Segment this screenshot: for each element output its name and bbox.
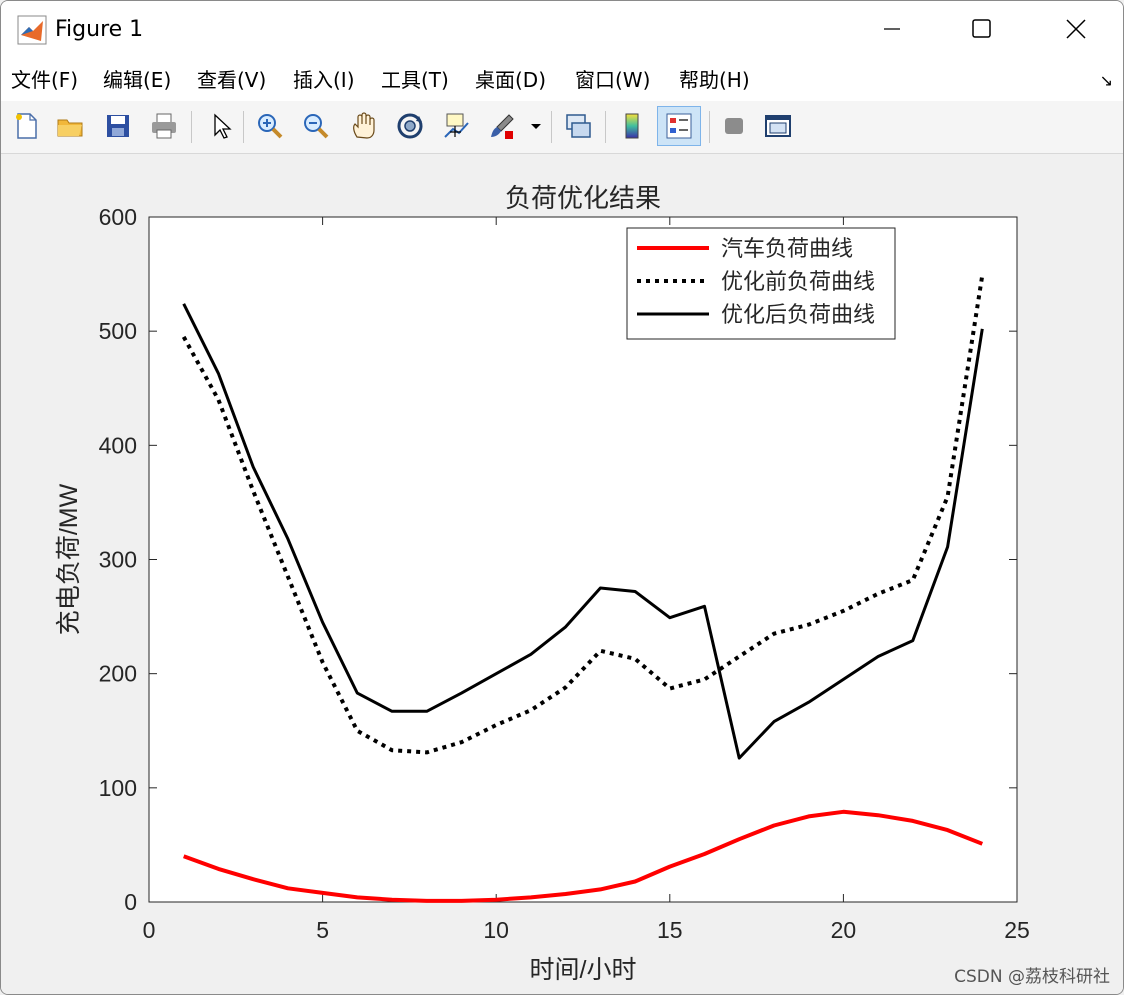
menu-bar: 文件(F) 编辑(E) 查看(V) 插入(I) 工具(T) 桌面(D) 窗口(W… [1,59,1123,101]
toolbar-separator [191,111,192,143]
figure-window: Figure 1 文件(F) 编辑(E) 查看(V) 插入(I) 工具(T) 桌… [0,0,1124,995]
brush-dropdown-icon[interactable] [527,109,545,143]
menu-file[interactable]: 文件(F) [11,65,78,95]
watermark: CSDN @荔枝科研社 [954,967,1110,987]
y-tick-label: 0 [124,889,137,915]
x-tick-label: 20 [831,917,857,943]
x-tick-label: 0 [143,917,156,943]
menu-edit[interactable]: 编辑(E) [103,65,171,95]
toolbar-separator [551,111,552,143]
x-tick-label: 15 [657,917,683,943]
print-icon[interactable] [147,109,181,143]
figure-canvas: 0 5 10 15 20 25 0 100 200 300 400 500 600 负荷优化结果 时间/小时… [1,154,1123,994]
chart-title: 负荷优化结果 [505,183,661,213]
title-bar: Figure 1 [1,1,1123,59]
close-button[interactable] [1053,9,1099,49]
legend-label-2: 优化后负荷曲线 [721,302,875,327]
zoom-in-icon[interactable] [253,109,287,143]
toolbar-separator [709,111,710,143]
legend-label-0: 汽车负荷曲线 [721,236,853,261]
menu-desktop[interactable]: 桌面(D) [475,65,546,95]
colorbar-icon[interactable] [615,109,649,143]
menu-tools[interactable]: 工具(T) [381,65,449,95]
brush-icon[interactable] [485,109,519,143]
minimize-icon [884,28,900,30]
y-tick-label: 500 [99,318,137,344]
y-tick-label: 100 [99,775,137,801]
y-tick-label: 200 [99,661,137,687]
pointer-icon[interactable] [203,109,237,143]
x-tick-label: 5 [316,917,329,943]
x-axis-label: 时间/小时 [530,956,637,984]
x-tick-label: 10 [483,917,509,943]
open-folder-icon[interactable] [53,109,87,143]
menu-dock-arrow-icon[interactable]: ↘ [1100,71,1113,90]
maximize-icon [972,19,991,38]
window-title: Figure 1 [55,17,144,42]
new-file-icon[interactable] [9,109,43,143]
y-tick-label: 300 [99,547,137,573]
y-axis-label: 充电负荷/MW [55,483,83,635]
maximize-button[interactable] [959,9,1005,49]
x-tick-label: 25 [1004,917,1030,943]
y-tick-label: 400 [99,432,137,458]
zoom-out-icon[interactable] [299,109,333,143]
minimize-button[interactable] [869,9,915,49]
close-icon [1066,19,1086,39]
hide-tools-icon[interactable] [717,109,751,143]
menu-view[interactable]: 查看(V) [197,65,266,95]
menu-window[interactable]: 窗口(W) [575,65,650,95]
chart: 0 5 10 15 20 25 0 100 200 300 400 500 600 负荷优化结果时间/小时… [55,183,1030,984]
toolbar [1,101,1123,154]
toolbar-separator [605,111,606,143]
rotate-3d-icon[interactable] [393,109,427,143]
toolbar-separator [243,111,244,143]
matlab-logo-icon [17,15,47,45]
pan-hand-icon[interactable] [347,109,381,143]
legend-label-1: 优化前负荷曲线 [721,269,875,294]
y-tick-label: 600 [99,204,137,230]
menu-insert[interactable]: 插入(I) [293,65,355,95]
dock-figure-icon[interactable] [761,109,795,143]
link-plot-icon[interactable] [561,109,595,143]
save-icon[interactable] [101,109,135,143]
menu-help[interactable]: 帮助(H) [679,65,750,95]
data-cursor-icon[interactable] [439,109,473,143]
legend-icon[interactable] [657,106,701,146]
